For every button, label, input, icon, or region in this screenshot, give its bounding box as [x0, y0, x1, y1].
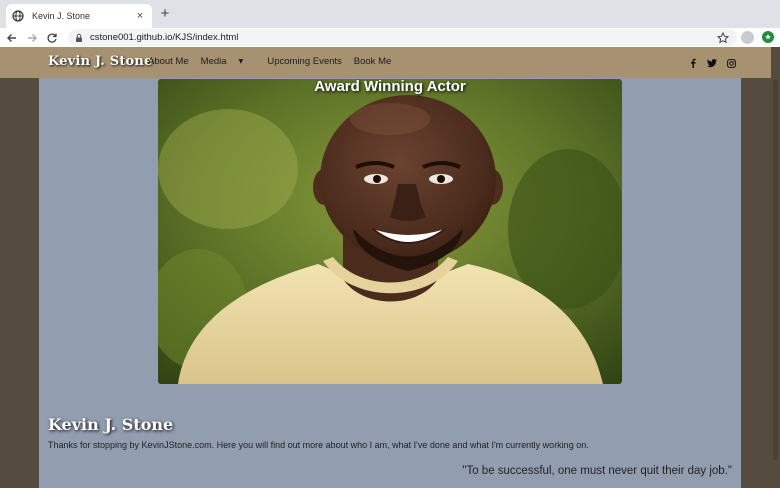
main-content: Award Winning Actor Kevin J. Stone Thank… [39, 78, 741, 488]
quote-text: "To be successful, one must never quit t… [462, 465, 732, 477]
profile-avatar-icon[interactable] [741, 31, 754, 44]
bookmark-star-icon[interactable] [717, 31, 729, 44]
nav-media-label: Media [200, 56, 227, 67]
caret-down-icon: ▾ [238, 56, 244, 67]
actor-portrait-image [158, 79, 622, 384]
forward-icon[interactable] [24, 30, 40, 46]
scrollbar-thumb[interactable] [773, 80, 778, 460]
tab-title: Kevin J. Stone [32, 11, 91, 21]
site-navbar: Kevin J. Stone About Me Media ▾ Upcoming … [0, 47, 780, 78]
twitter-icon[interactable] [705, 56, 719, 70]
nav-about-link[interactable]: About Me [148, 56, 189, 67]
nav-events-link[interactable]: Upcoming Events [267, 56, 341, 67]
browser-tab-strip: Kevin J. Stone × + [0, 0, 780, 28]
lock-icon[interactable] [74, 33, 84, 43]
address-bar[interactable]: cstone001.github.io/KJS/index.html [68, 29, 737, 46]
url-text[interactable]: cstone001.github.io/KJS/index.html [90, 32, 717, 43]
hero-caption: Award Winning Actor [314, 79, 466, 95]
nav-media-dropdown[interactable]: Media ▾ [201, 56, 256, 67]
facebook-icon[interactable] [686, 56, 700, 70]
new-tab-button[interactable]: + [157, 6, 173, 22]
tab-close-icon[interactable]: × [134, 10, 146, 22]
browser-toolbar: cstone001.github.io/KJS/index.html [0, 28, 780, 47]
intro-text: Thanks for stopping by KevinJStone.com. … [48, 440, 589, 450]
hero-photo: Award Winning Actor [158, 79, 622, 384]
instagram-icon[interactable] [724, 56, 738, 70]
back-icon[interactable] [4, 30, 20, 46]
nav-book-link[interactable]: Book Me [354, 56, 392, 67]
reload-icon[interactable] [44, 30, 60, 46]
page-heading: Kevin J. Stone [48, 415, 174, 434]
nav-links: About Me Media ▾ Upcoming Events Book Me [148, 56, 403, 67]
browser-tab[interactable]: Kevin J. Stone × [6, 4, 152, 28]
extension-icon[interactable] [762, 31, 774, 43]
globe-icon [12, 10, 24, 22]
site-brand-link[interactable]: Kevin J. Stone [48, 54, 153, 69]
